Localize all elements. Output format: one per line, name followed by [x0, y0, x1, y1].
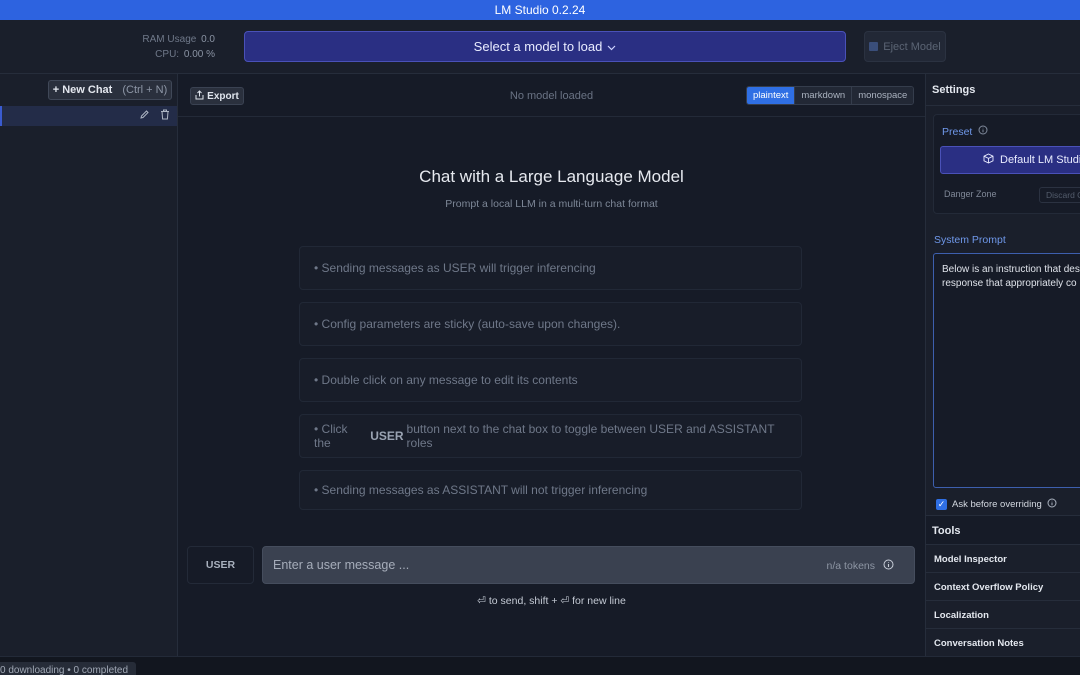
settings-title: Settings — [926, 74, 1080, 106]
tool-context-overflow-policy[interactable]: Context Overflow Policy — [926, 573, 1080, 601]
model-select-label: Select a model to load — [473, 39, 603, 54]
chat-sidebar: + New Chat (Ctrl + N) — [0, 74, 178, 656]
tip-card: • Sending messages as ASSISTANT will not… — [299, 470, 802, 510]
new-chat-label: + New Chat — [52, 84, 113, 96]
ram-usage-label: RAM Usage — [142, 34, 197, 45]
new-chat-shortcut: (Ctrl + N) — [122, 84, 168, 96]
tip-text: • Sending messages as USER will trigger … — [314, 261, 596, 275]
cpu-value: 0.00 % — [183, 49, 215, 60]
role-toggle-button[interactable]: USER — [187, 546, 254, 584]
chat-header: Export No model loaded plaintext markdow… — [178, 74, 925, 117]
info-icon[interactable] — [1047, 498, 1057, 511]
tip-card: • Click the USER button next to the chat… — [299, 414, 802, 458]
ram-usage-value: 0.0 — [201, 34, 215, 45]
eject-model-label: Eject Model — [883, 40, 941, 53]
settings-panel: Settings Preset Default LM Studio Danger… — [925, 74, 1080, 656]
hero-subtitle: Prompt a local LLM in a multi-turn chat … — [445, 198, 658, 210]
edit-icon[interactable] — [139, 109, 150, 123]
tool-localization[interactable]: Localization — [926, 601, 1080, 629]
preset-select-button[interactable]: Default LM Studio — [940, 146, 1080, 174]
top-toolbar: RAM Usage 0.0 CPU: 0.00 % Select a model… — [0, 20, 1080, 74]
preset-label: Preset — [942, 125, 973, 138]
status-bar: 0 downloading • 0 completed — [0, 656, 1080, 675]
system-prompt-label: System Prompt — [934, 234, 1006, 246]
tip-text: • Click the — [314, 422, 348, 450]
tip-text: button next to the chat box to toggle be… — [406, 422, 775, 450]
tip-card: • Double click on any message to edit it… — [299, 358, 802, 402]
model-select-button[interactable]: Select a model to load — [244, 31, 846, 62]
send-hint: ⏎ to send, shift + ⏎ for new line — [477, 595, 626, 607]
tool-conversation-notes[interactable]: Conversation Notes — [926, 629, 1080, 656]
message-input[interactable] — [263, 547, 783, 583]
ask-before-overriding-row: ✓ Ask before overriding — [936, 498, 1057, 511]
title-bar: LM Studio 0.2.24 — [0, 0, 1080, 20]
format-markdown[interactable]: markdown — [794, 87, 852, 104]
preset-section: Preset Default LM Studio Danger Zone Dis… — [933, 114, 1080, 214]
tip-text: • Double click on any message to edit it… — [314, 373, 578, 387]
tool-model-inspector[interactable]: Model Inspector — [926, 545, 1080, 573]
resource-stats: RAM Usage 0.0 CPU: 0.00 % — [120, 32, 215, 62]
danger-zone-label: Danger Zone — [944, 189, 997, 199]
cpu-label: CPU: — [155, 49, 180, 60]
tip-text-bold: USER — [370, 429, 404, 443]
discard-changes-button[interactable]: Discard Cha — [1039, 187, 1080, 203]
tip-text: • Config parameters are sticky (auto-sav… — [314, 317, 621, 331]
format-monospace[interactable]: monospace — [851, 87, 914, 104]
token-counter: n/a tokens — [827, 559, 894, 573]
message-box: n/a tokens — [262, 546, 915, 584]
format-plaintext[interactable]: plaintext — [747, 87, 795, 104]
tools-title: Tools — [926, 515, 1080, 545]
download-status[interactable]: 0 downloading • 0 completed — [0, 662, 137, 675]
token-count-label: n/a tokens — [826, 560, 875, 572]
ask-before-overriding-label: Ask before overriding — [952, 499, 1042, 510]
chat-main-panel: Export No model loaded plaintext markdow… — [178, 74, 925, 656]
eject-model-button[interactable]: Eject Model — [864, 31, 946, 62]
preset-name: Default LM Studio — [1000, 154, 1080, 166]
new-chat-button[interactable]: + New Chat (Ctrl + N) — [48, 80, 172, 100]
app-title: LM Studio 0.2.24 — [494, 3, 586, 17]
preset-label-row: Preset — [942, 125, 988, 138]
tip-text: • Sending messages as ASSISTANT will not… — [314, 483, 648, 497]
hero-title: Chat with a Large Language Model — [419, 167, 684, 186]
ask-before-overriding-checkbox[interactable]: ✓ — [936, 499, 947, 510]
chat-list-item[interactable] — [0, 106, 177, 126]
eject-icon — [869, 42, 879, 51]
system-prompt-textarea[interactable]: Below is an instruction that des respons… — [933, 253, 1080, 488]
system-prompt-line: Below is an instruction that des — [942, 264, 1080, 275]
system-prompt-line: response that appropriately co — [942, 278, 1077, 289]
chevron-down-icon — [607, 39, 616, 54]
info-icon[interactable] — [883, 559, 894, 573]
info-icon[interactable] — [978, 125, 988, 138]
tip-card: • Config parameters are sticky (auto-sav… — [299, 302, 802, 346]
cube-icon — [983, 153, 994, 167]
format-toggle: plaintext markdown monospace — [746, 86, 915, 105]
trash-icon[interactable] — [160, 109, 170, 123]
tip-card: • Sending messages as USER will trigger … — [299, 246, 802, 290]
